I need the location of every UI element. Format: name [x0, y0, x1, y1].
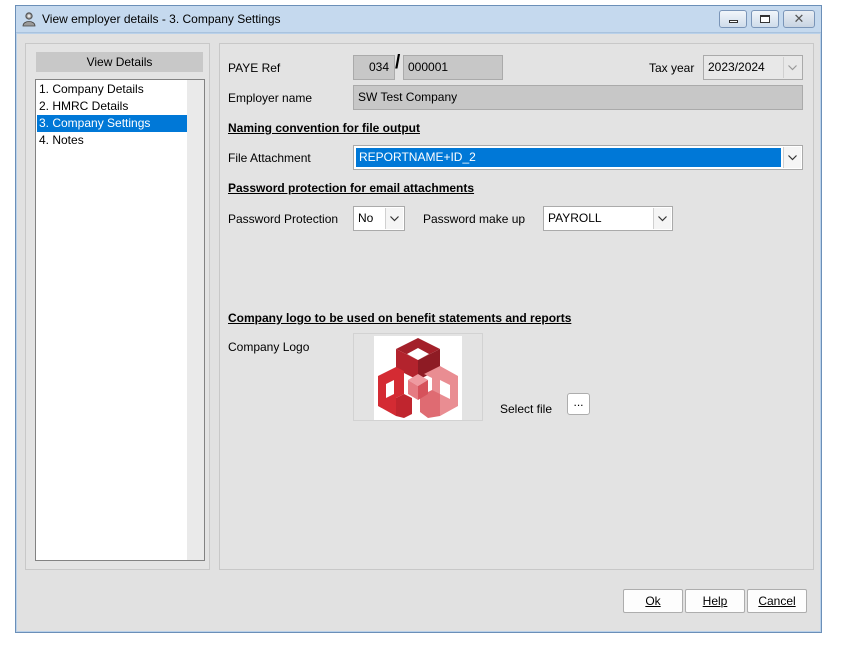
paye-separator: / [395, 52, 401, 73]
dialog-window: View employer details - 3. Company Setti… [15, 5, 822, 633]
employer-name-field: SW Test Company [353, 85, 803, 110]
tax-year-label: Tax year [649, 61, 695, 75]
close-icon: ✕ [793, 11, 805, 26]
chevron-down-icon[interactable] [783, 147, 801, 168]
navigation-panel: View Details 1. Company Details 2. HMRC … [25, 43, 210, 570]
dialog-client: View Details 1. Company Details 2. HMRC … [17, 34, 820, 631]
company-logo-label: Company Logo [228, 340, 310, 354]
chevron-down-icon[interactable] [385, 208, 403, 229]
employer-name-label: Employer name [228, 91, 313, 105]
nav-item-notes[interactable]: 4. Notes [37, 132, 187, 149]
company-logo-image [374, 336, 462, 420]
paye-ref-label: PAYE Ref [228, 61, 281, 75]
nav-item-hmrc-details[interactable]: 2. HMRC Details [37, 98, 187, 115]
password-protection-label: Password Protection [228, 212, 339, 226]
password-section-heading: Password protection for email attachment… [228, 181, 475, 195]
maximize-button[interactable] [751, 10, 779, 28]
window-title: View employer details - 3. Company Setti… [42, 12, 281, 26]
select-file-button[interactable]: ... [567, 393, 590, 415]
nav-item-company-settings[interactable]: 3. Company Settings [37, 115, 187, 132]
cancel-button[interactable]: Cancel [747, 589, 807, 613]
maximize-icon [760, 15, 770, 23]
title-bar[interactable]: View employer details - 3. Company Setti… [16, 6, 821, 33]
cancel-button-label: Cancel [758, 594, 796, 608]
password-protection-select[interactable]: No [353, 206, 405, 231]
tax-year-value: 2023/2024 [708, 60, 765, 74]
help-button-label: Help [702, 594, 728, 608]
ok-button-label: Ok [645, 594, 661, 608]
ok-button[interactable]: Ok [623, 589, 683, 613]
password-makeup-value: PAYROLL [548, 211, 602, 225]
navigation-list: 1. Company Details 2. HMRC Details 3. Co… [35, 79, 205, 561]
paye-ref-field: 000001 [403, 55, 503, 80]
password-makeup-label: Password make up [423, 212, 526, 226]
chevron-down-icon[interactable] [653, 208, 671, 229]
file-attachment-value: REPORTNAME+ID_2 [356, 148, 781, 167]
password-protection-value: No [358, 211, 374, 225]
chevron-down-icon[interactable] [783, 57, 801, 78]
file-attachment-select[interactable]: REPORTNAME+ID_2 [353, 145, 803, 170]
settings-panel: PAYE Ref 034 / 000001 Tax year 2023/2024… [219, 43, 814, 570]
logo-section-heading: Company logo to be used on benefit state… [228, 311, 572, 325]
close-button[interactable]: ✕ [783, 10, 815, 28]
company-logo-frame [353, 333, 483, 421]
tax-year-select[interactable]: 2023/2024 [703, 55, 803, 80]
minimize-button[interactable] [719, 10, 747, 28]
app-icon [21, 11, 37, 27]
file-attachment-label: File Attachment [228, 151, 311, 165]
help-button[interactable]: Help [685, 589, 745, 613]
select-file-label: Select file [500, 402, 553, 416]
navigation-scrollbar[interactable] [187, 80, 204, 560]
paye-office-field: 034 [353, 55, 395, 80]
nav-item-company-details[interactable]: 1. Company Details [37, 81, 187, 98]
naming-section-heading: Naming convention for file output [228, 121, 420, 135]
navigation-header: View Details [36, 52, 203, 72]
minimize-icon [728, 19, 738, 23]
password-makeup-select[interactable]: PAYROLL [543, 206, 673, 231]
